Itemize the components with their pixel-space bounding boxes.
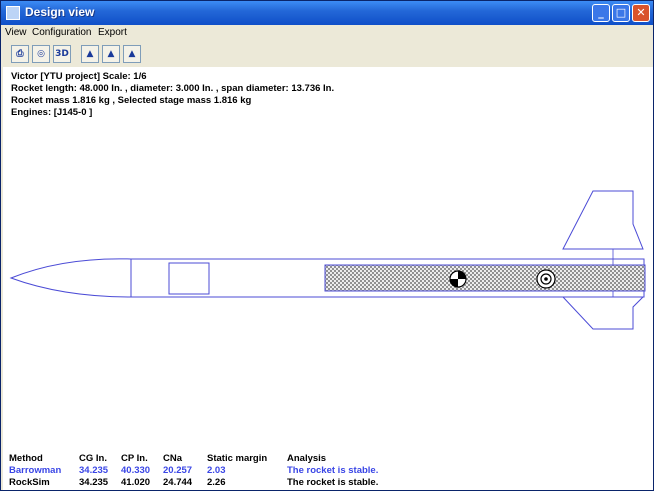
rocksim-method: RockSim (9, 477, 50, 488)
barrowman-method: Barrowman (9, 465, 62, 476)
stage-1-icon: ▲ (86, 49, 94, 59)
print-button[interactable]: ⎙ (11, 45, 29, 63)
view-2d-icon: ◎ (37, 49, 45, 59)
view-3d-icon: 3D (55, 49, 69, 59)
rocksim-cna: 24.744 (163, 477, 193, 488)
rocksim-margin: 2.26 (207, 477, 226, 488)
rocksim-analysis: The rocket is stable. (287, 477, 379, 488)
rocket-coupler (168, 262, 210, 295)
col-header-static-margin: Static margin (207, 453, 268, 464)
barrowman-cg: 34.235 (79, 465, 109, 476)
rocksim-cg: 34.235 (79, 477, 109, 488)
barrowman-analysis: The rocket is stable. (287, 465, 379, 476)
barrowman-cp: 40.330 (121, 465, 151, 476)
stage-1-button[interactable]: ▲ (81, 45, 99, 63)
app-icon (6, 6, 20, 20)
barrowman-margin: 2.03 (207, 465, 226, 476)
stage-3-button[interactable]: ▲ (123, 45, 141, 63)
stage-2-button[interactable]: ▲ (102, 45, 120, 63)
cg-marker (449, 270, 467, 288)
col-header-cp: CP In. (121, 453, 148, 464)
design-canvas[interactable]: Victor [YTU project] Scale: 1/6 Rocket l… (3, 67, 653, 490)
rocket-nose-cone (9, 258, 132, 298)
title-bar[interactable]: Design view _ □ ✕ (1, 1, 653, 25)
stage-3-icon: ▲ (128, 49, 136, 59)
maximize-button[interactable]: □ (612, 4, 630, 22)
view-3d-button[interactable]: 3D (53, 45, 71, 63)
minimize-button[interactable]: _ (592, 4, 610, 22)
stage-2-icon: ▲ (107, 49, 115, 59)
col-header-cna: CNa (163, 453, 183, 464)
col-header-cg: CG In. (79, 453, 107, 464)
menu-configuration[interactable]: Configuration (32, 27, 91, 38)
window-title: Design view (25, 5, 95, 19)
close-button[interactable]: ✕ (632, 4, 650, 22)
col-header-method: Method (9, 453, 43, 464)
menu-bar: View Configuration Export (1, 25, 653, 41)
col-header-analysis: Analysis (287, 453, 327, 464)
rocket-fin-bottom (561, 296, 645, 330)
design-view-window: Design view _ □ ✕ View Configuration Exp… (0, 0, 654, 491)
motor-mount (324, 264, 646, 292)
rocksim-cp: 41.020 (121, 477, 151, 488)
menu-view[interactable]: View (5, 27, 27, 38)
menu-export[interactable]: Export (98, 27, 127, 38)
barrowman-cna: 20.257 (163, 465, 193, 476)
cp-marker (536, 269, 556, 289)
print-icon: ⎙ (16, 49, 24, 59)
toolbar: ⎙ ◎ 3D ▲ ▲ ▲ (1, 41, 653, 67)
rocket-fin-top (562, 190, 644, 250)
rocket-diagram (9, 190, 646, 330)
view-2d-button[interactable]: ◎ (32, 45, 50, 63)
